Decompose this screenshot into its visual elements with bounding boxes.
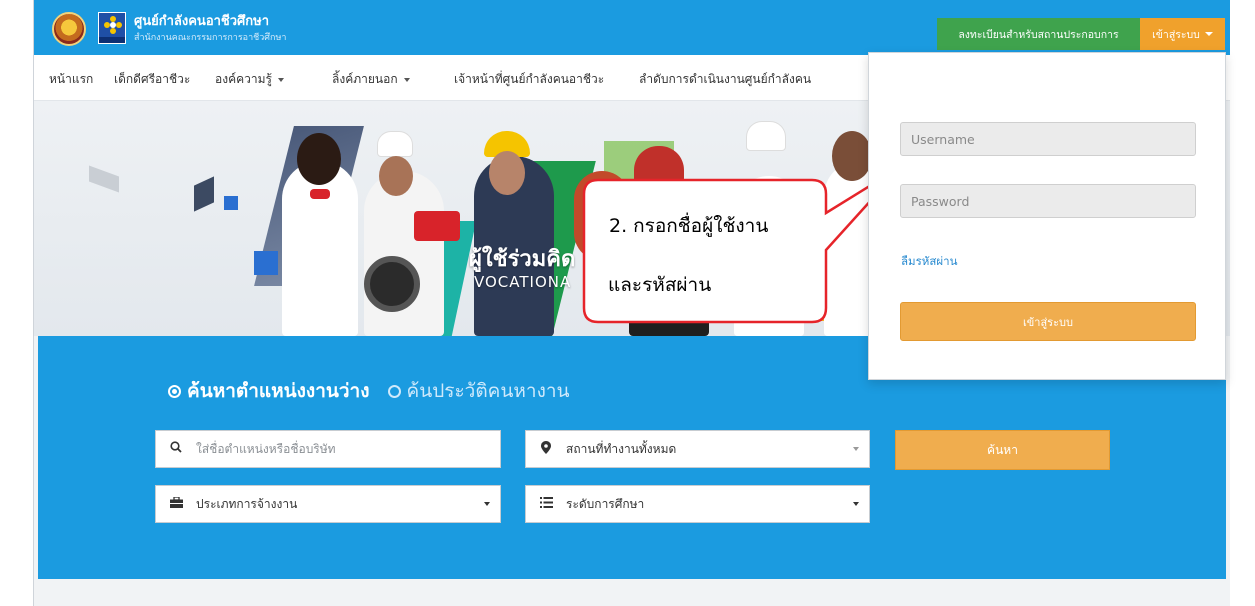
login-dropdown-panel: Username Password ลืมรหัสผ่าน เข้าสู่ระบ… [868, 52, 1226, 380]
callout-line-2: และรหัสผ่าน [608, 274, 712, 296]
forgot-password-link[interactable]: ลืมรหัสผ่าน [901, 253, 957, 271]
login-submit-button[interactable]: เข้าสู่ระบบ [900, 302, 1196, 341]
username-input[interactable]: Username [900, 122, 1196, 156]
callout-line-1: 2. กรอกชื่อผู้ใช้งาน [609, 215, 769, 237]
password-input[interactable]: Password [900, 184, 1196, 218]
